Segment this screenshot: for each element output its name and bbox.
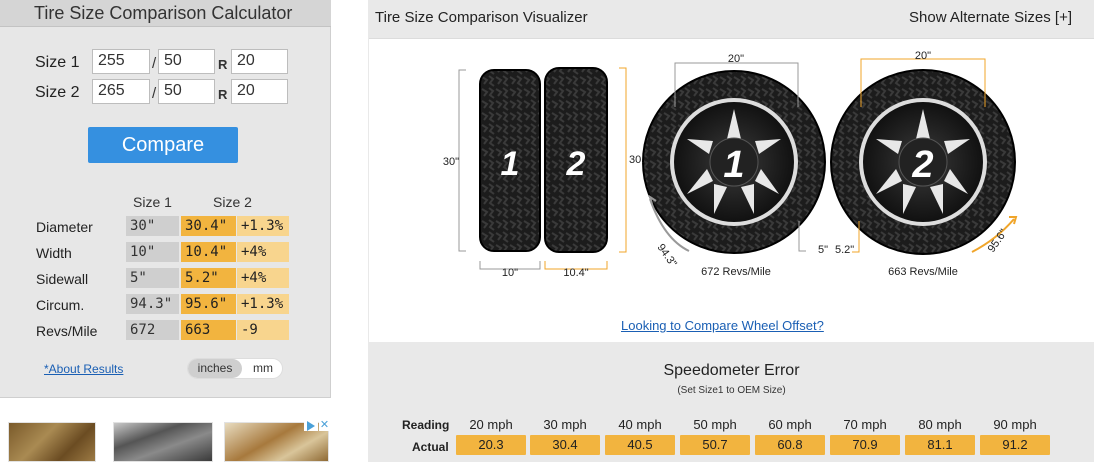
speedometer-reading: 40 mph bbox=[618, 417, 662, 432]
tire1-number: 1 bbox=[501, 145, 520, 183]
result-size1-value: 94.3" bbox=[126, 294, 179, 314]
result-size1-value: 10" bbox=[126, 242, 179, 262]
result-row-label: Width bbox=[36, 245, 72, 261]
visualizer-canvas: 1 2 1 2 30" 30.4" 10" 10.4" 20" 20" 5" 5… bbox=[369, 38, 1094, 342]
wheel1-sidewall-label: 5" bbox=[818, 244, 828, 256]
result-row-label: Circum. bbox=[36, 297, 85, 313]
speedometer-actual: 60.8 bbox=[755, 435, 825, 455]
actual-row-label: Actual bbox=[412, 440, 449, 454]
size1-label: Size 1 bbox=[35, 54, 80, 71]
speedometer-actual: 91.2 bbox=[980, 435, 1050, 455]
result-row-label: Sidewall bbox=[36, 271, 89, 287]
speedometer-reading: 70 mph bbox=[843, 417, 887, 432]
show-alternate-sizes-link[interactable]: Show Alternate Sizes [+] bbox=[909, 9, 1072, 26]
size1-width-input[interactable]: 255 bbox=[92, 49, 150, 74]
result-size2-value: 95.6" bbox=[181, 294, 236, 314]
tire1-diameter-label: 30" bbox=[443, 156, 459, 168]
wheel1-number: 1 bbox=[723, 144, 744, 186]
size2-rim-input[interactable]: 20 bbox=[231, 79, 288, 104]
size1-rim-input[interactable]: 20 bbox=[231, 49, 288, 74]
speedometer-reading: 50 mph bbox=[693, 417, 737, 432]
result-difference-value: +4% bbox=[237, 268, 289, 288]
tire1-diameter-bracket bbox=[458, 69, 466, 252]
col-size2-header: Size 2 bbox=[213, 194, 252, 210]
speedometer-actual: 81.1 bbox=[905, 435, 975, 455]
wheel1-revs-label: 672 Revs/Mile bbox=[701, 266, 771, 278]
compare-wheel-offset-link[interactable]: Looking to Compare Wheel Offset? bbox=[621, 318, 824, 333]
unit-inches-option[interactable]: inches bbox=[188, 359, 242, 378]
size2-rim-letter: R bbox=[218, 87, 228, 102]
speedometer-reading: 30 mph bbox=[543, 417, 587, 432]
calculator-title: Tire Size Comparison Calculator bbox=[0, 0, 331, 27]
tire2-number: 2 bbox=[566, 145, 586, 183]
result-difference-value: -9 bbox=[237, 320, 289, 340]
unit-mm-option[interactable]: mm bbox=[246, 359, 280, 378]
size2-separator: / bbox=[152, 85, 157, 102]
size1-aspect-input[interactable]: 50 bbox=[158, 49, 215, 74]
tire2-width-label: 10.4" bbox=[563, 267, 588, 279]
tire2-diameter-bracket bbox=[619, 67, 627, 253]
speedometer-title: Speedometer Error bbox=[663, 362, 800, 379]
result-row-label: Revs/Mile bbox=[36, 323, 98, 339]
result-size2-value: 10.4" bbox=[181, 242, 236, 262]
result-size1-value: 5" bbox=[126, 268, 179, 288]
result-difference-value: +1.3% bbox=[237, 216, 289, 236]
wheel1-circ-label: 94.3" bbox=[655, 242, 679, 270]
size1-separator: / bbox=[152, 55, 157, 72]
result-size2-value: 663 bbox=[181, 320, 236, 340]
visualizer-title: Tire Size Comparison Visualizer bbox=[375, 9, 588, 26]
result-size2-value: 30.4" bbox=[181, 216, 236, 236]
adchoices-icon[interactable] bbox=[304, 419, 318, 431]
result-size1-value: 30" bbox=[126, 216, 179, 236]
size2-width-input[interactable]: 265 bbox=[92, 79, 150, 104]
result-difference-value: +4% bbox=[237, 242, 289, 262]
speedometer-actual: 70.9 bbox=[830, 435, 900, 455]
speedometer-actual: 50.7 bbox=[680, 435, 750, 455]
ad-image-2[interactable] bbox=[113, 422, 213, 462]
about-results-link[interactable]: *About Results bbox=[44, 362, 123, 376]
ad-close-icon[interactable]: ✕ bbox=[319, 419, 330, 431]
wheel2-revs-label: 663 Revs/Mile bbox=[888, 266, 958, 278]
result-size1-value: 672 bbox=[126, 320, 179, 340]
speedometer-actual: 40.5 bbox=[605, 435, 675, 455]
tire2-diameter-label: 30.4" bbox=[629, 154, 654, 166]
size2-label: Size 2 bbox=[35, 84, 80, 101]
speedometer-actual: 20.3 bbox=[456, 435, 526, 455]
wheel2-sidewall-label: 5.2" bbox=[835, 244, 854, 256]
reading-row-label: Reading bbox=[402, 418, 450, 432]
size1-rim-letter: R bbox=[218, 57, 228, 72]
compare-button[interactable]: Compare bbox=[88, 127, 238, 163]
result-difference-value: +1.3% bbox=[237, 294, 289, 314]
speedometer-subtitle: (Set Size1 to OEM Size) bbox=[677, 385, 786, 396]
col-size1-header: Size 1 bbox=[133, 194, 172, 210]
speedometer-reading: 90 mph bbox=[993, 417, 1037, 432]
result-row-label: Diameter bbox=[36, 219, 93, 235]
tire1-width-label: 10" bbox=[502, 267, 518, 279]
speedometer-reading: 60 mph bbox=[768, 417, 812, 432]
wheel2-rim-label: 20" bbox=[915, 50, 931, 62]
speedometer-actual: 30.4 bbox=[530, 435, 600, 455]
result-size2-value: 5.2" bbox=[181, 268, 236, 288]
size2-aspect-input[interactable]: 50 bbox=[158, 79, 215, 104]
speedometer-reading: 80 mph bbox=[918, 417, 962, 432]
wheel2-number: 2 bbox=[911, 144, 933, 186]
tire-diagram: 1 2 1 2 30" 30.4" 10" 10.4" 20" 20" 5" 5… bbox=[443, 50, 1018, 279]
speedometer-reading: 20 mph bbox=[469, 417, 513, 432]
wheel1-rim-label: 20" bbox=[728, 53, 744, 65]
ad-image-1[interactable] bbox=[8, 422, 96, 462]
